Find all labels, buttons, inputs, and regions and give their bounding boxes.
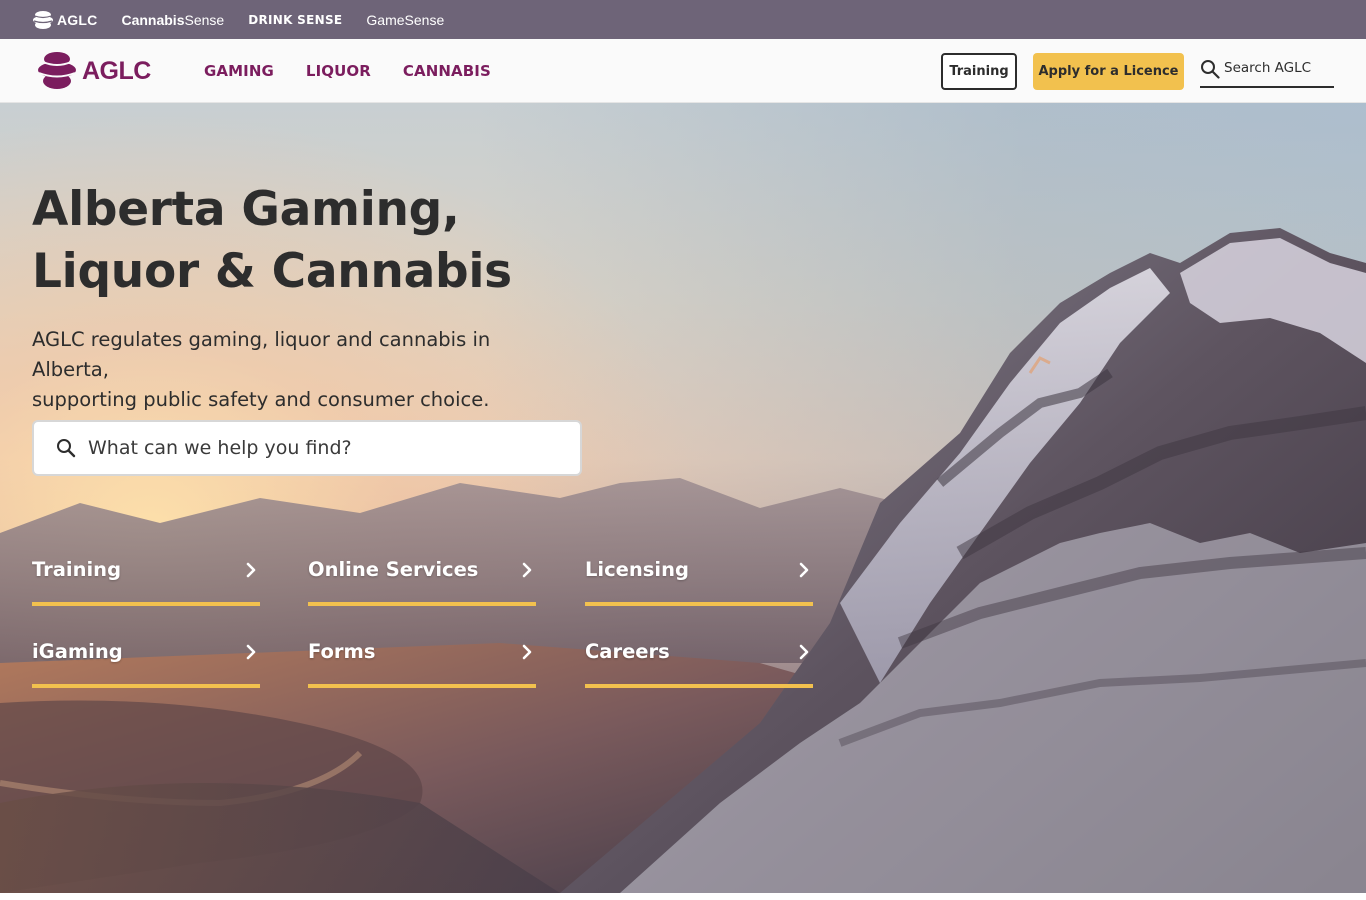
utility-link-label-prefix: Cannabis	[121, 11, 185, 28]
utility-link-drinksense[interactable]: DRINK SENSE	[248, 13, 342, 27]
quick-link-label: Forms	[308, 640, 376, 663]
quick-link-igaming[interactable]: iGaming	[32, 626, 260, 688]
page-bottom-strip	[0, 893, 1366, 900]
utility-link-label-suffix: Sense	[184, 11, 225, 28]
quick-link-label: Training	[32, 558, 122, 581]
chevron-right-icon	[799, 562, 809, 578]
hero-search	[32, 420, 582, 476]
main-header: AGLC GAMING LIQUOR CANNABIS Training App…	[0, 39, 1366, 103]
chevron-right-icon	[522, 562, 532, 578]
hero: Alberta Gaming, Liquor & Cannabis AGLC r…	[0, 103, 1366, 893]
nav-item-liquor[interactable]: LIQUOR	[306, 62, 371, 80]
apply-for-licence-button[interactable]: Apply for a Licence	[1033, 53, 1184, 90]
quick-link-training[interactable]: Training	[32, 544, 260, 606]
quick-link-label: Careers	[585, 640, 670, 663]
utility-link-label: DRINK SENSE	[248, 12, 343, 27]
logo-text: AGLC	[82, 56, 151, 85]
quick-link-forms[interactable]: Forms	[308, 626, 536, 688]
aglc-logo-icon	[38, 52, 76, 89]
page-title-line: Liquor & Cannabis	[32, 244, 512, 299]
header-search-input[interactable]	[1224, 57, 1334, 76]
search-icon[interactable]	[1200, 59, 1220, 79]
hero-description-line: AGLC regulates gaming, liquor and cannab…	[32, 328, 491, 381]
hero-search-input[interactable]	[88, 437, 548, 459]
nav-item-cannabis[interactable]: CANNABIS	[403, 62, 491, 80]
utility-link-label: GameSense	[366, 11, 445, 28]
quick-link-label: Licensing	[585, 558, 689, 581]
search-icon	[57, 439, 76, 458]
aglc-logo-icon	[33, 10, 53, 29]
quick-link-online-services[interactable]: Online Services	[308, 544, 536, 606]
utility-link-aglc[interactable]: AGLC	[32, 10, 97, 30]
quick-link-licensing[interactable]: Licensing	[585, 544, 813, 606]
utility-link-cannabissense[interactable]: Cannabis Sense	[121, 12, 224, 28]
chevron-right-icon	[246, 562, 256, 578]
page-title: Alberta Gaming, Liquor & Cannabis	[32, 179, 592, 303]
training-button[interactable]: Training	[941, 53, 1017, 90]
utility-link-gamesense[interactable]: GameSense	[366, 12, 444, 28]
hero-description-line: supporting public safety and consumer ch…	[32, 388, 490, 411]
page-title-line: Alberta Gaming,	[32, 182, 460, 237]
hero-description: AGLC regulates gaming, liquor and cannab…	[32, 325, 572, 415]
chevron-right-icon	[522, 644, 532, 660]
header-search	[1200, 57, 1334, 88]
utility-bar: AGLC Cannabis Sense DRINK SENSE GameSense	[0, 0, 1366, 39]
utility-link-label: AGLC	[57, 11, 98, 28]
chevron-right-icon	[246, 644, 256, 660]
quick-link-careers[interactable]: Careers	[585, 626, 813, 688]
chevron-right-icon	[799, 644, 809, 660]
quick-link-label: Online Services	[308, 558, 479, 581]
nav-item-gaming[interactable]: GAMING	[204, 62, 274, 80]
main-nav: GAMING LIQUOR CANNABIS	[204, 39, 523, 103]
quick-link-label: iGaming	[32, 640, 123, 663]
aglc-logo[interactable]: AGLC	[36, 49, 151, 93]
